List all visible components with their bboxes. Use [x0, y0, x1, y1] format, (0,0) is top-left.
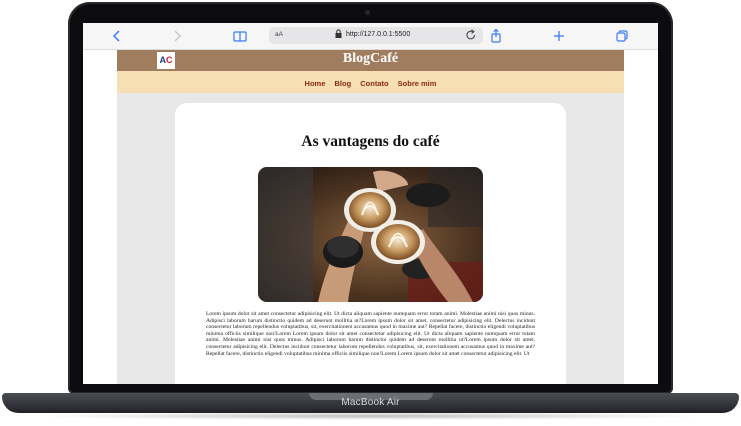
address-bar[interactable]: aA http://127.0.0.1:5500 [269, 27, 483, 44]
site-title: BlogCafé [342, 51, 399, 66]
webcam [365, 10, 370, 15]
new-tab-plus-icon[interactable] [550, 27, 568, 45]
site-header: AC BlogCafé [117, 50, 624, 71]
nav-link-contato[interactable]: Contato [358, 79, 390, 88]
laptop-lid: aA http://127.0.0.1:5500 AC BlogCafé Hom… [68, 2, 673, 394]
site-nav: Home Blog Contato Sobre mim [117, 71, 624, 93]
web-page: AC BlogCafé Home Blog Contato Sobre mim … [117, 50, 624, 384]
share-icon[interactable] [487, 27, 505, 45]
browser-toolbar: aA http://127.0.0.1:5500 [83, 23, 658, 50]
forward-chevron-icon[interactable] [168, 27, 186, 45]
nav-link-home[interactable]: Home [303, 79, 328, 88]
nav-link-sobre-mim[interactable]: Sobre mim [396, 79, 439, 88]
reload-icon[interactable] [465, 28, 477, 45]
back-chevron-icon[interactable] [108, 27, 126, 45]
coffee-cups-photo [258, 167, 483, 302]
text-size-button[interactable]: aA [275, 31, 283, 38]
post-body: Lorem ipsum dolor sit amet consectetur a… [206, 311, 535, 357]
tabs-overview-icon[interactable] [613, 27, 631, 45]
laptop-screen: aA http://127.0.0.1:5500 AC BlogCafé Hom… [83, 23, 658, 384]
reader-book-icon[interactable] [231, 27, 249, 45]
lock-icon [335, 29, 342, 41]
post-card: As vantagens do café Lorem ipsum dolor s… [175, 103, 566, 384]
laptop-model-label: MacBook Air [341, 397, 400, 408]
url-text: http://127.0.0.1:5500 [346, 31, 411, 38]
post-title: As vantagens do café [301, 133, 440, 150]
nav-link-blog[interactable]: Blog [332, 79, 353, 88]
laptop-shadow [30, 412, 710, 420]
